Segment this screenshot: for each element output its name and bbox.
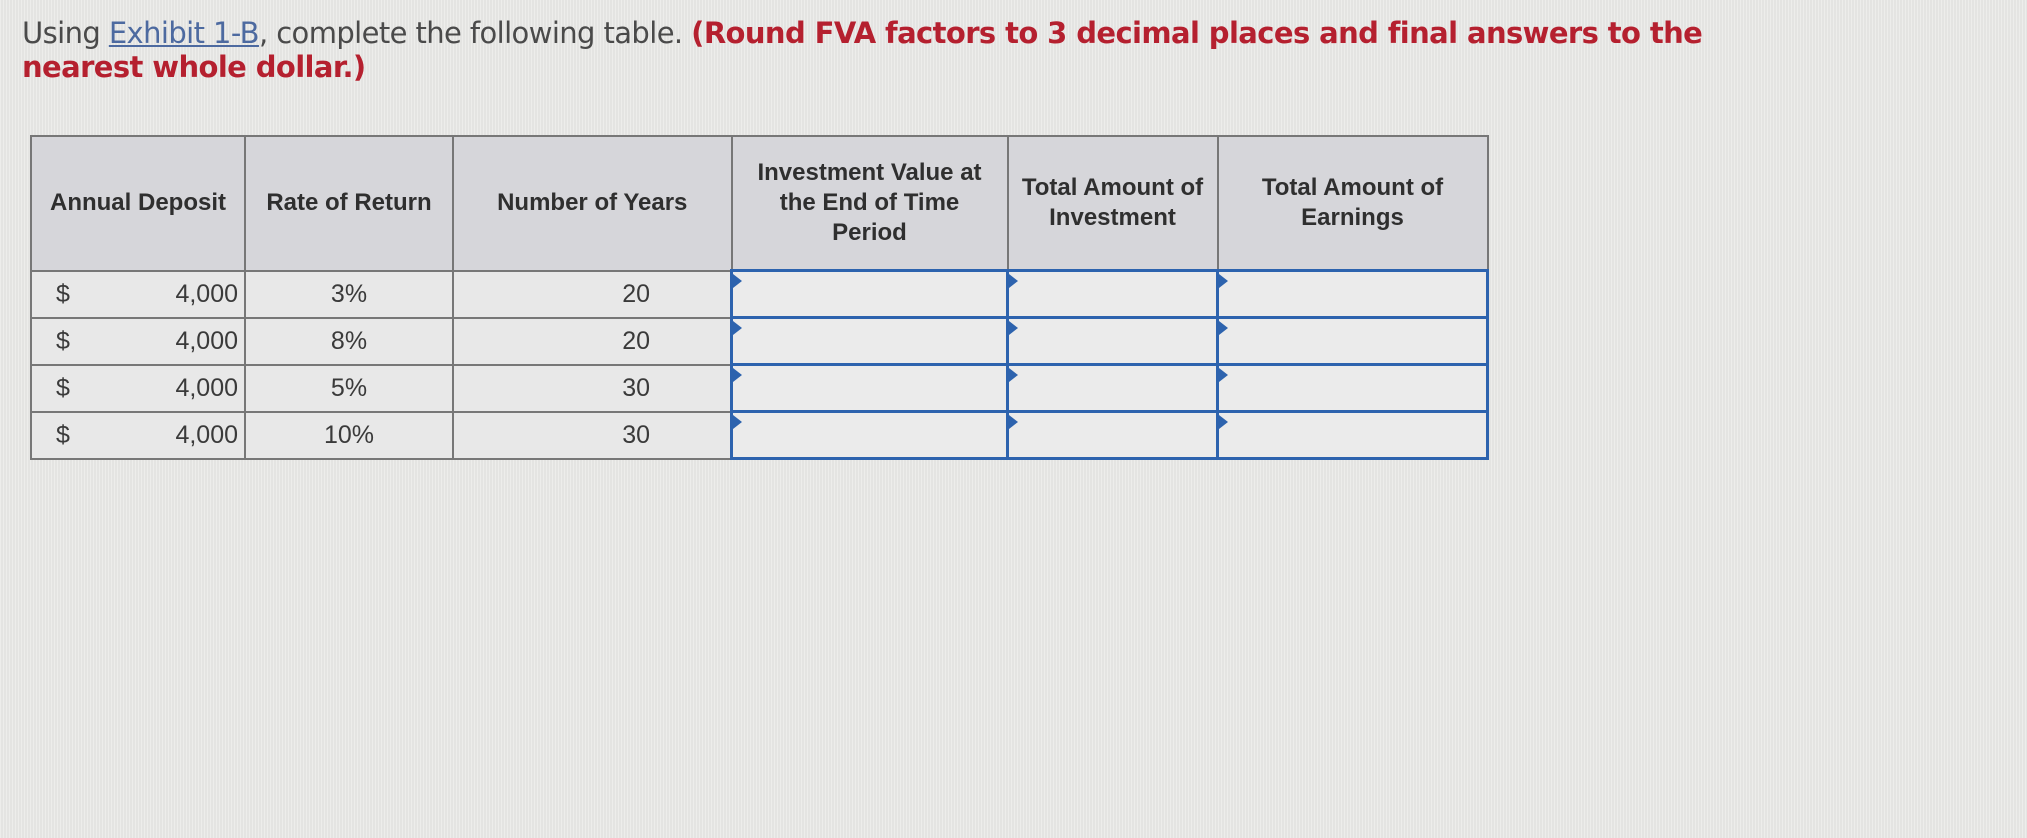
table-row: $ 4,000 8% 20 [30, 316, 1489, 366]
header-total-earnings: Total Amount of Earnings [1216, 135, 1489, 272]
input-flag-icon [1219, 415, 1228, 429]
input-flag-icon [1009, 415, 1018, 429]
rate-cell: 3% [244, 269, 454, 319]
investment-value-input[interactable] [733, 272, 1006, 316]
input-flag-icon [1219, 368, 1228, 382]
total-earnings-cell [1216, 269, 1489, 319]
input-flag-icon [1219, 321, 1228, 335]
exhibit-link[interactable]: Exhibit 1-B [109, 16, 260, 50]
header-total-investment: Total Amount of Investment [1006, 135, 1219, 272]
header-investment-value: Investment Value at the End of Time Peri… [730, 135, 1009, 272]
rate-cell: 5% [244, 363, 454, 413]
currency-symbol: $ [56, 279, 70, 308]
total-investment-input[interactable] [1009, 272, 1216, 316]
header-annual-deposit: Annual Deposit [30, 135, 246, 272]
input-flag-icon [733, 274, 742, 288]
total-investment-cell [1006, 269, 1219, 319]
header-rate-of-return: Rate of Return [244, 135, 454, 272]
total-investment-input[interactable] [1009, 319, 1216, 363]
table-row: $ 4,000 10% 30 [30, 410, 1489, 460]
input-flag-icon [1009, 321, 1018, 335]
deposit-value: 4,000 [175, 279, 238, 308]
currency-symbol: $ [56, 326, 70, 355]
total-investment-cell [1006, 363, 1219, 413]
annual-deposit-cell: $ 4,000 [30, 410, 246, 460]
investment-value-input[interactable] [733, 366, 1006, 410]
annual-deposit-cell: $ 4,000 [30, 316, 246, 366]
total-earnings-cell [1216, 316, 1489, 366]
investment-value-cell [730, 363, 1009, 413]
years-cell: 30 [452, 410, 733, 460]
header-number-of-years: Number of Years [452, 135, 733, 272]
rate-cell: 10% [244, 410, 454, 460]
deposit-value: 4,000 [175, 373, 238, 402]
total-earnings-input[interactable] [1219, 413, 1486, 457]
input-flag-icon [733, 321, 742, 335]
total-earnings-cell [1216, 363, 1489, 413]
table-row: $ 4,000 3% 20 [30, 269, 1489, 319]
input-flag-icon [733, 368, 742, 382]
investment-value-cell [730, 269, 1009, 319]
annual-deposit-cell: $ 4,000 [30, 269, 246, 319]
table-row: $ 4,000 5% 30 [30, 363, 1489, 413]
question-middle: , complete the following table. [258, 16, 692, 50]
total-investment-input[interactable] [1009, 366, 1216, 410]
investment-value-cell [730, 316, 1009, 366]
input-flag-icon [1009, 274, 1018, 288]
header-row: Annual Deposit Rate of Return Number of … [30, 135, 1489, 272]
total-investment-cell [1006, 410, 1219, 460]
years-cell: 20 [452, 269, 733, 319]
total-investment-input[interactable] [1009, 413, 1216, 457]
total-earnings-input[interactable] [1219, 272, 1486, 316]
total-investment-cell [1006, 316, 1219, 366]
investment-value-input[interactable] [733, 319, 1006, 363]
currency-symbol: $ [56, 420, 70, 449]
investment-value-cell [730, 410, 1009, 460]
annual-deposit-cell: $ 4,000 [30, 363, 246, 413]
years-cell: 30 [452, 363, 733, 413]
deposit-value: 4,000 [175, 420, 238, 449]
question-prefix: Using [22, 16, 109, 50]
annuity-table: Annual Deposit Rate of Return Number of … [30, 135, 1489, 460]
input-flag-icon [1219, 274, 1228, 288]
currency-symbol: $ [56, 373, 70, 402]
investment-value-input[interactable] [733, 413, 1006, 457]
rate-cell: 8% [244, 316, 454, 366]
total-earnings-input[interactable] [1219, 366, 1486, 410]
total-earnings-cell [1216, 410, 1489, 460]
input-flag-icon [1009, 368, 1018, 382]
input-flag-icon [733, 415, 742, 429]
deposit-value: 4,000 [175, 326, 238, 355]
question-text: Using Exhibit 1-B, complete the followin… [22, 16, 1802, 84]
total-earnings-input[interactable] [1219, 319, 1486, 363]
years-cell: 20 [452, 316, 733, 366]
